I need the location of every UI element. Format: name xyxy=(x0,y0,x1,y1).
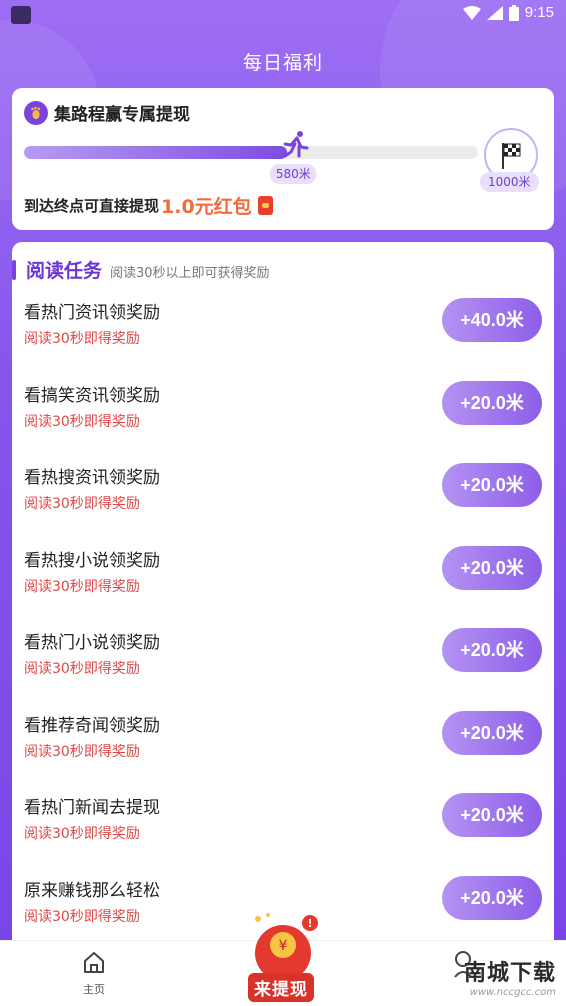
task-row: 看热门资讯领奖励阅读30秒即得奖励 +40.0米 xyxy=(12,298,554,380)
task-desc: 阅读30秒即得奖励 xyxy=(24,908,140,925)
task-name: 看搞笑资讯领奖励 xyxy=(24,385,160,406)
task-reward-button[interactable]: +40.0米 xyxy=(442,298,542,342)
task-reward-button[interactable]: +20.0米 xyxy=(442,793,542,837)
battery-icon xyxy=(508,4,519,21)
task-row: 看热门新闻去提现阅读30秒即得奖励 +20.0米 xyxy=(12,793,554,875)
progress-fill xyxy=(24,146,288,159)
progress-current-label: 580米 xyxy=(269,164,317,184)
task-desc: 阅读30秒即得奖励 xyxy=(24,661,140,677)
task-name: 看热门新闻去提现 xyxy=(24,798,160,818)
progress-card: 集路程赢专属提现 580米 1000米 到达终点可直接提现 1.0元红包 xyxy=(12,88,554,230)
task-desc: 阅读30秒即得奖励 xyxy=(24,826,140,842)
svg-text:¥: ¥ xyxy=(279,938,288,954)
nav-home[interactable]: 主页 xyxy=(70,949,118,997)
footprint-icon xyxy=(24,100,48,125)
task-reward-button[interactable]: +20.0米 xyxy=(442,710,542,755)
task-reward-button[interactable]: +20.0米 xyxy=(442,463,542,507)
task-reward-button[interactable]: +20.0米 xyxy=(442,875,542,920)
status-time: 9:15 xyxy=(524,4,554,21)
task-name: 看热搜资讯领奖励 xyxy=(24,468,160,488)
task-reward-button[interactable]: +20.0米 xyxy=(442,628,542,672)
signal-icon xyxy=(486,5,503,20)
task-row: 看搞笑资讯领奖励阅读30秒即得奖励 +20.0米 xyxy=(12,380,554,463)
task-row: 看热门小说领奖励阅读30秒即得奖励 +20.0米 xyxy=(12,628,554,710)
reading-tasks-card: 阅读任务 阅读30秒以上即可获得奖励 看热门资讯领奖励 阅读30秒即得奖励 +40.… xyxy=(12,242,554,940)
task-row: 看热搜资讯领奖励阅读30秒即得奖励 +20.0米 xyxy=(12,463,554,545)
task-desc: 阅读30秒即得奖励 xyxy=(24,413,140,430)
runner-icon xyxy=(283,131,309,158)
task-reward-button[interactable]: +20.0米 xyxy=(442,380,542,425)
status-bar: 9:15 xyxy=(0,0,566,30)
section-marker xyxy=(12,259,16,280)
red-packet-icon xyxy=(257,196,273,215)
nav-home-label: 主页 xyxy=(83,983,105,996)
wifi-icon xyxy=(462,5,481,20)
task-desc: 阅读30秒即得奖励 xyxy=(24,578,140,595)
progress-goal-label: 1000米 xyxy=(480,172,539,192)
tasks-title: 阅读任务 xyxy=(26,260,103,282)
task-row: 看推荐奇闻领奖励阅读30秒即得奖励 +20.0米 xyxy=(12,710,554,793)
nav-withdraw[interactable]: ¥ ! 来提现 xyxy=(240,913,326,1005)
task-name: 看推荐奇闻领奖励 xyxy=(24,715,160,736)
tasks-subtitle: 阅读30秒以上即可获得奖励 xyxy=(110,266,270,281)
watermark: 南城下载 www.nccgcc.com xyxy=(464,955,556,998)
watermark-main: 南城下载 xyxy=(463,961,556,986)
progress-footer-text: 到达终点可直接提现 xyxy=(24,197,160,215)
task-name: 看热门小说领奖励 xyxy=(24,633,160,653)
task-name: 原来赚钱那么轻松 xyxy=(24,880,160,901)
page-title: 每日福利 xyxy=(242,52,323,74)
task-desc: 阅读30秒即得奖励 xyxy=(24,331,140,347)
task-reward-button[interactable]: +20.0米 xyxy=(442,545,542,590)
task-name: 看热搜小说领奖励 xyxy=(24,550,160,571)
notification-icon xyxy=(11,6,31,24)
task-desc: 阅读30秒即得奖励 xyxy=(24,743,140,760)
svg-text:!: ! xyxy=(307,917,312,930)
nav-withdraw-label: 来提现 xyxy=(248,973,314,1002)
task-desc: 阅读30秒即得奖励 xyxy=(24,496,140,512)
progress-footer-amount: 1.0元红包 xyxy=(161,196,252,218)
bottom-nav: 主页 ¥ ! 来提现 南城下载 www.nccgcc.com xyxy=(0,913,566,1006)
watermark-url: www.nccgcc.com xyxy=(469,987,556,998)
task-name: 看热门资讯领奖励 xyxy=(24,303,160,323)
progress-track xyxy=(24,146,478,159)
task-row: 看热搜小说领奖励阅读30秒即得奖励 +20.0米 xyxy=(12,545,554,628)
home-icon xyxy=(84,952,104,973)
progress-title: 集路程赢专属提现 xyxy=(54,105,190,125)
